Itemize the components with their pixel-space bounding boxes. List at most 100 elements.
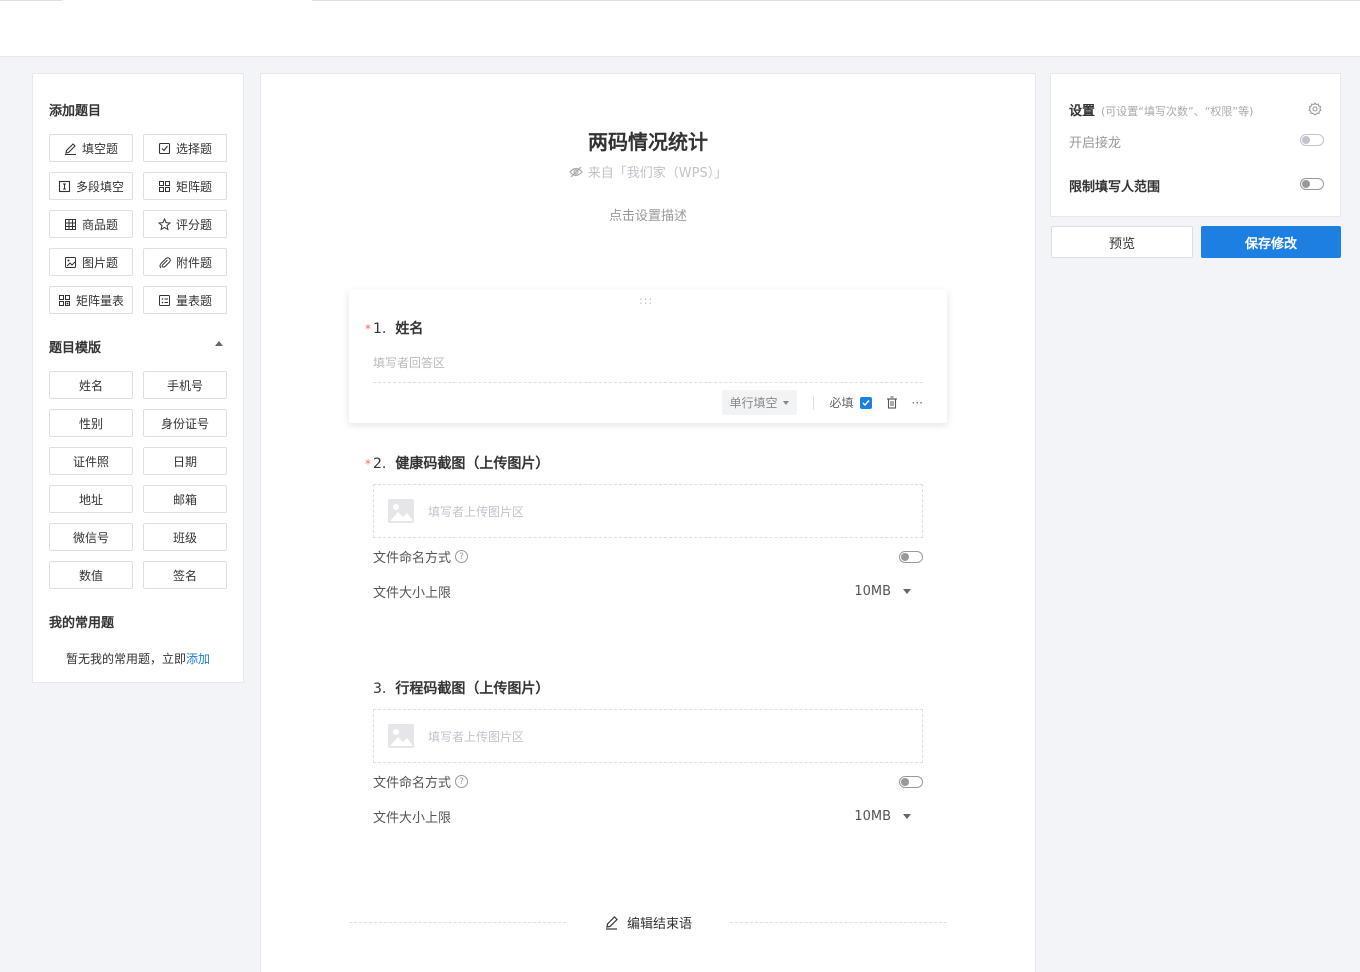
file-naming-label: 文件命名方式 xyxy=(373,776,452,791)
matrix-scale-icon xyxy=(58,294,71,307)
collapse-caret-icon[interactable] xyxy=(215,341,223,346)
question-type-label: 多段填空 xyxy=(75,179,124,194)
form-source: 来自「我们家（WPS）」 xyxy=(261,162,1035,181)
preview-button[interactable]: 预览 xyxy=(1051,226,1193,258)
file-size-select[interactable]: 10MB xyxy=(854,809,923,824)
add-common-link[interactable]: 添加 xyxy=(186,652,210,666)
file-naming-toggle[interactable] xyxy=(899,550,923,563)
upload-placeholder-text: 填写者上传图片区 xyxy=(428,504,525,519)
required-label: 必填 xyxy=(829,396,854,410)
question-header-2: * 2. 健康码截图（上传图片） xyxy=(365,453,549,473)
settings-panel: 设置 (可设置“填写次数”、“权限”等) 开启接龙 限制填写人范围 xyxy=(1050,73,1341,217)
required-checkbox[interactable] xyxy=(859,396,872,409)
relay-toggle[interactable] xyxy=(1300,133,1324,146)
file-size-select[interactable]: 10MB xyxy=(854,584,923,599)
pencil-icon xyxy=(64,142,77,155)
form-description[interactable]: 点击设置描述 xyxy=(261,205,1035,224)
question-type-label: 矩阵量表 xyxy=(75,293,124,308)
divider xyxy=(730,921,948,923)
scale-icon xyxy=(158,294,171,307)
question-type-select[interactable]: 单行填空 xyxy=(721,390,797,415)
relay-row: 开启接龙 xyxy=(1069,132,1324,151)
drag-handle[interactable]: ::: xyxy=(639,294,653,307)
template-button[interactable]: 姓名 xyxy=(49,371,133,399)
template-button[interactable]: 身份证号 xyxy=(143,409,227,437)
more-button[interactable]: ··· xyxy=(912,396,923,410)
delete-button[interactable] xyxy=(886,396,898,409)
template-grid: 姓名 手机号 性别 身份证号 证件照 日期 地址 邮箱 微信号 班级 数值 签名 xyxy=(49,371,227,589)
question-type-button[interactable]: 图片题 xyxy=(49,248,133,276)
file-size-row-3: 文件大小上限 10MB xyxy=(373,807,923,826)
left-panel: 添加题目 填空题 选择题多段填空 矩阵题 商品题 评分题图片题 附件题矩阵量表 量表题 题目… xyxy=(32,73,244,683)
upload-area-3: 填写者上传图片区 xyxy=(373,709,923,763)
template-button[interactable]: 班级 xyxy=(143,523,227,551)
divider xyxy=(812,395,814,410)
help-icon[interactable]: ? xyxy=(455,550,469,563)
question-type-label: 单行填空 xyxy=(729,396,778,410)
end-message-row: 编辑结束语 xyxy=(349,912,948,932)
question-type-button[interactable]: 矩阵量表 xyxy=(49,286,133,314)
table-icon xyxy=(64,218,77,231)
template-button[interactable]: 手机号 xyxy=(143,371,227,399)
question-type-label: 评分题 xyxy=(175,217,212,232)
template-button[interactable]: 地址 xyxy=(49,485,133,513)
file-naming-toggle[interactable] xyxy=(899,775,923,788)
question-type-button[interactable]: 多段填空 xyxy=(49,172,133,200)
question-type-button[interactable]: 量表题 xyxy=(143,286,227,314)
check-icon xyxy=(862,399,870,406)
common-title: 我的常用题 xyxy=(49,616,115,631)
question-type-label: 填空题 xyxy=(81,141,118,156)
question-type-button[interactable]: 商品题 xyxy=(49,210,133,238)
save-button[interactable]: 保存修改 xyxy=(1201,226,1341,258)
limit-row: 限制填写人范围 xyxy=(1069,176,1324,195)
star-icon xyxy=(157,217,172,231)
file-size-value: 10MB xyxy=(854,584,891,599)
question-title[interactable]: 行程码截图（上传图片） xyxy=(395,678,549,698)
end-message-label: 编辑结束语 xyxy=(627,916,693,932)
dropdown-caret-icon xyxy=(903,814,911,819)
question-type-button[interactable]: 选择题 xyxy=(143,134,227,162)
file-naming-label: 文件命名方式 xyxy=(373,551,452,566)
question-type-button[interactable]: 矩阵题 xyxy=(143,172,227,200)
help-icon[interactable]: ? xyxy=(455,775,469,788)
question-type-label: 附件题 xyxy=(175,255,212,270)
template-button[interactable]: 性别 xyxy=(49,409,133,437)
image-placeholder-icon xyxy=(388,499,414,523)
question-title[interactable]: 姓名 xyxy=(395,318,423,338)
limit-label: 限制填写人范围 xyxy=(1069,180,1161,195)
template-button[interactable]: 微信号 xyxy=(49,523,133,551)
question-type-button[interactable]: 填空题 xyxy=(49,134,133,162)
template-button[interactable]: 数值 xyxy=(49,561,133,589)
question-card-1[interactable]: ::: * 1. 姓名 填写者回答区 单行填空 必填 ··· xyxy=(349,290,947,423)
tab-strip xyxy=(0,0,1360,1)
image-icon xyxy=(64,256,77,269)
template-title: 题目模版 xyxy=(49,341,102,356)
settings-gear-button[interactable] xyxy=(1308,102,1322,120)
question-header-1: * 1. 姓名 xyxy=(365,318,423,338)
top-bar xyxy=(0,0,1360,57)
question-number: 1. xyxy=(373,321,387,337)
trash-icon xyxy=(886,396,897,409)
checkbox-icon xyxy=(158,142,171,155)
edit-end-message-button[interactable]: 编辑结束语 xyxy=(566,913,730,932)
question-type-label: 选择题 xyxy=(175,141,212,156)
template-button[interactable]: 邮箱 xyxy=(143,485,227,513)
file-size-label: 文件大小上限 xyxy=(373,586,452,601)
template-button[interactable]: 日期 xyxy=(143,447,227,475)
upload-area-2: 填写者上传图片区 xyxy=(373,484,923,538)
add-question-title: 添加题目 xyxy=(49,104,102,119)
question-header-3: 3. 行程码截图（上传图片） xyxy=(373,678,549,698)
question-title[interactable]: 健康码截图（上传图片） xyxy=(395,453,549,473)
file-size-row-2: 文件大小上限 10MB xyxy=(373,582,923,601)
file-size-label: 文件大小上限 xyxy=(373,811,452,826)
text-cursor-icon xyxy=(58,180,71,193)
file-naming-row-2: 文件命名方式 ? xyxy=(373,547,923,566)
question-type-button[interactable]: 附件题 xyxy=(143,248,227,276)
dropdown-caret-icon xyxy=(782,400,789,405)
form-canvas: 两码情况统计 来自「我们家（WPS）」 点击设置描述 ::: * 1. 姓名 填… xyxy=(260,73,1036,972)
form-title[interactable]: 两码情况统计 xyxy=(261,126,1035,155)
question-type-button[interactable]: 评分题 xyxy=(143,210,227,238)
template-button[interactable]: 证件照 xyxy=(49,447,133,475)
template-button[interactable]: 签名 xyxy=(143,561,227,589)
limit-toggle[interactable] xyxy=(1300,177,1324,190)
